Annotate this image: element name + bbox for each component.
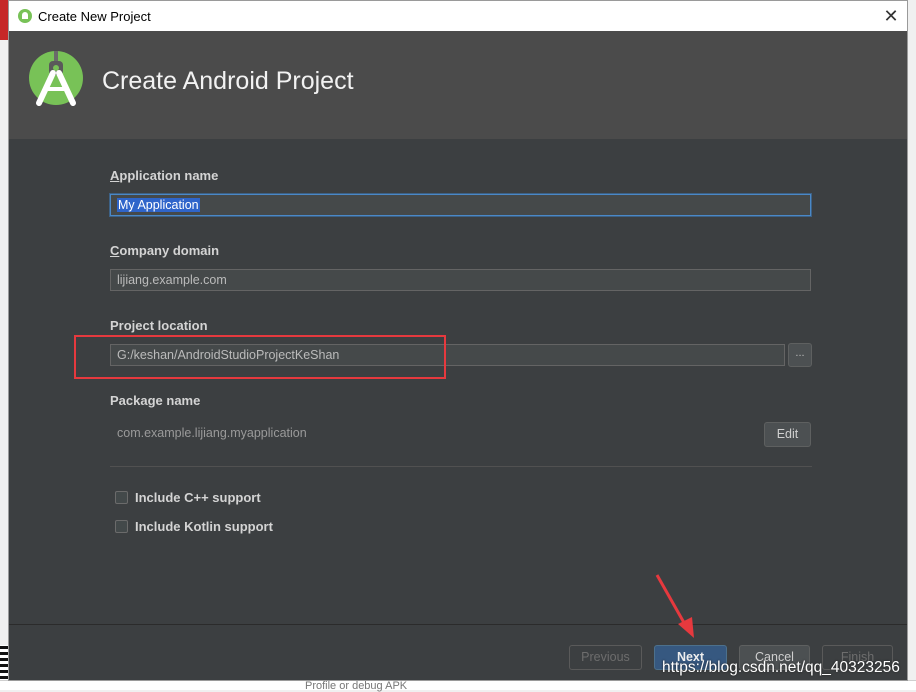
annotation-highlight-box — [74, 335, 446, 379]
divider — [110, 466, 812, 467]
watermark-text: https://blog.csdn.net/qq_40323256 — [662, 659, 900, 676]
include-kotlin-label: Include Kotlin support — [135, 519, 273, 534]
project-location-label: Project location — [110, 318, 208, 333]
window-title: Create New Project — [38, 9, 151, 24]
company-domain-mnemonic: C — [110, 243, 120, 258]
previous-button[interactable]: Previous — [569, 645, 642, 670]
dialog-header: Create Android Project — [9, 31, 907, 139]
include-cpp-option[interactable]: Include C++ support — [115, 490, 261, 505]
include-kotlin-option[interactable]: Include Kotlin support — [115, 519, 273, 534]
window-titlebar: Create New Project ✕ — [9, 1, 907, 32]
footer-divider — [9, 624, 907, 625]
company-domain-input[interactable]: lijiang.example.com — [110, 269, 811, 291]
background-profile-apk-text: Profile or debug APK — [305, 680, 408, 692]
background-app-edge — [0, 0, 8, 40]
background-qr-fragment — [0, 645, 8, 685]
application-name-value: My Application — [117, 198, 200, 212]
include-cpp-checkbox[interactable] — [115, 491, 128, 504]
android-studio-logo-icon — [29, 51, 83, 106]
android-studio-icon — [18, 9, 32, 23]
include-kotlin-checkbox[interactable] — [115, 520, 128, 533]
package-name-value: com.example.lijiang.myapplication — [117, 426, 307, 440]
application-name-label: Application name — [110, 168, 218, 183]
company-domain-label-text: ompany domain — [119, 243, 220, 258]
close-button[interactable]: ✕ — [875, 1, 907, 31]
include-cpp-label: Include C++ support — [135, 490, 261, 505]
company-domain-label: Company domain — [110, 243, 219, 258]
annotation-arrow-icon — [655, 574, 694, 638]
application-name-input[interactable]: My Application — [110, 194, 811, 216]
edit-package-button[interactable]: Edit — [764, 422, 811, 447]
application-name-label-text: pplication name — [119, 168, 219, 183]
page-title: Create Android Project — [102, 67, 354, 95]
browse-location-button[interactable]: ... — [788, 343, 812, 367]
package-name-label: Package name — [110, 393, 201, 408]
application-name-mnemonic: A — [110, 168, 120, 183]
